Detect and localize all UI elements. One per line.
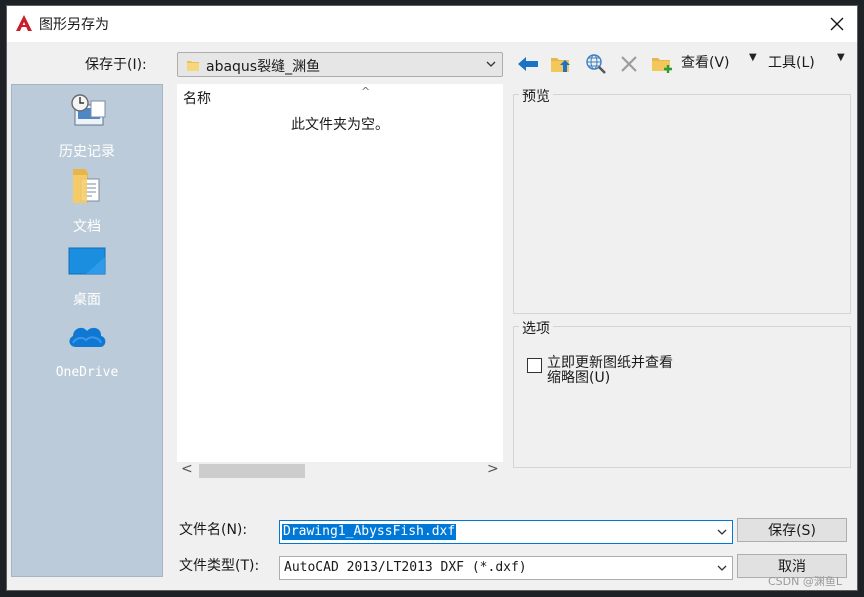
places-label-desktop: 桌面 bbox=[73, 292, 101, 308]
globe-search-icon bbox=[586, 54, 606, 74]
filetype-select[interactable]: AutoCAD 2013/LT2013 DXF (*.dxf) bbox=[279, 556, 733, 580]
folder-icon bbox=[187, 61, 199, 71]
chevron-down-icon bbox=[486, 61, 496, 67]
up-one-level-button[interactable] bbox=[547, 52, 573, 76]
places-item-onedrive[interactable]: OneDrive bbox=[12, 319, 162, 389]
column-header-name[interactable]: 名称 bbox=[183, 88, 211, 108]
view-dropdown-arrow-icon[interactable]: ▼ bbox=[749, 52, 757, 63]
delete-button[interactable] bbox=[617, 52, 641, 76]
tools-menu[interactable]: 工具(L) bbox=[768, 52, 815, 72]
horizontal-scrollbar[interactable]: < > bbox=[177, 461, 503, 480]
save-in-value: abaqus裂缝_渊鱼 bbox=[206, 59, 321, 75]
options-title: 选项 bbox=[519, 318, 553, 338]
scrollbar-thumb[interactable] bbox=[199, 464, 305, 478]
sort-ascending-icon: ^ bbox=[361, 85, 371, 98]
autocad-logo-icon bbox=[16, 15, 32, 31]
create-new-folder-button[interactable] bbox=[649, 52, 675, 76]
delete-x-icon bbox=[621, 56, 637, 72]
places-label-history: 历史记录 bbox=[59, 144, 115, 160]
search-web-button[interactable] bbox=[583, 52, 609, 76]
filetype-value: AutoCAD 2013/LT2013 DXF (*.dxf) bbox=[284, 560, 527, 575]
save-in-label: 保存于(I): bbox=[85, 57, 147, 73]
title-bar: 图形另存为 bbox=[7, 6, 857, 42]
back-arrow-icon bbox=[518, 57, 538, 71]
chevron-down-icon[interactable] bbox=[717, 527, 727, 537]
places-item-desktop[interactable]: 桌面 bbox=[12, 243, 162, 313]
save-as-dialog: 图形另存为 保存于(I): abaqus裂缝_渊鱼 查看(V) ▼ 工具(L) … bbox=[6, 5, 858, 591]
filename-label: 文件名(N): bbox=[179, 522, 248, 538]
places-item-history[interactable]: 历史记录 bbox=[12, 91, 162, 161]
chevron-down-icon[interactable] bbox=[717, 563, 727, 573]
update-thumbnail-label-line2: 缩略图(U) bbox=[547, 370, 611, 386]
preview-title: 预览 bbox=[519, 86, 553, 106]
preview-panel bbox=[513, 94, 851, 314]
back-button[interactable] bbox=[515, 52, 541, 76]
update-thumbnail-label[interactable]: 立即更新图纸并查看 缩略图(U) bbox=[547, 356, 673, 386]
filetype-label: 文件类型(T): bbox=[179, 558, 260, 574]
update-thumbnail-checkbox[interactable] bbox=[527, 358, 542, 373]
file-list[interactable]: 名称 ^ 此文件夹为空。 bbox=[177, 84, 503, 462]
update-thumbnail-label-line1: 立即更新图纸并查看 bbox=[547, 355, 673, 371]
new-folder-icon bbox=[652, 58, 672, 73]
scroll-left-icon[interactable]: < bbox=[181, 461, 193, 477]
folder-up-icon bbox=[551, 58, 570, 72]
view-menu[interactable]: 查看(V) bbox=[681, 52, 730, 72]
places-item-documents[interactable]: 文档 bbox=[12, 167, 162, 237]
filename-value[interactable]: Drawing1_AbyssFish.dxf bbox=[282, 524, 457, 540]
close-button[interactable] bbox=[817, 6, 857, 42]
tools-dropdown-arrow-icon[interactable]: ▼ bbox=[837, 52, 845, 63]
filename-input[interactable]: Drawing1_AbyssFish.dxf bbox=[279, 520, 733, 544]
save-button[interactable]: 保存(S) bbox=[737, 518, 847, 542]
places-label-onedrive: OneDrive bbox=[55, 365, 119, 380]
places-sidebar: 历史记录 文档 桌面 OneDrive bbox=[11, 84, 163, 577]
save-in-dropdown[interactable]: abaqus裂缝_渊鱼 bbox=[177, 52, 503, 77]
window-title: 图形另存为 bbox=[39, 17, 109, 33]
empty-folder-message: 此文件夹为空。 bbox=[291, 117, 389, 133]
places-label-documents: 文档 bbox=[73, 219, 101, 235]
documents-icon bbox=[73, 169, 100, 203]
history-icon bbox=[71, 94, 106, 126]
close-icon bbox=[830, 17, 844, 31]
onedrive-icon bbox=[69, 327, 106, 347]
watermark-text: CSDN @渊鱼L bbox=[768, 575, 842, 588]
scroll-right-icon[interactable]: > bbox=[487, 461, 499, 477]
desktop-icon bbox=[68, 247, 106, 275]
options-panel bbox=[513, 326, 851, 468]
